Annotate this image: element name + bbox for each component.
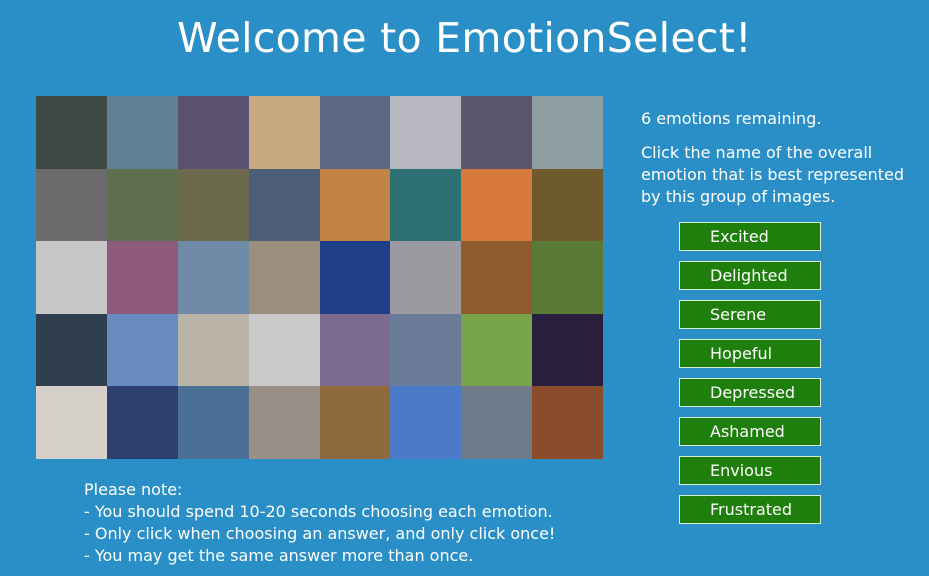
tree-lined-road-photo (106, 168, 178, 242)
blue-sky-clouds-photo (106, 313, 178, 387)
lake-pier-person-photo (36, 96, 107, 169)
rocky-shore-photo (248, 241, 320, 314)
rocky-beach-photo (248, 386, 320, 459)
cloudy-lake-photo (177, 241, 249, 314)
red-mountains-lake-photo (36, 313, 107, 387)
orange-horizon-photo (532, 386, 603, 459)
tree-silhouette-lake-photo (461, 386, 533, 459)
mountain-lake-sunset-photo (177, 96, 249, 169)
lake-boats-photo (106, 96, 178, 169)
grey-sea-photo (36, 241, 107, 314)
lake-dusk-photo (319, 96, 391, 169)
choice-hopeful-button[interactable]: Hopeful (679, 339, 821, 368)
misty-lake-photo (532, 96, 603, 169)
image-grid (36, 96, 603, 459)
choice-ashamed-button[interactable]: Ashamed (679, 417, 821, 446)
remaining-count: 6 emotions remaining. (641, 109, 822, 128)
tall-pole-lake-photo (390, 168, 462, 242)
red-flowers-photo (36, 386, 107, 459)
pink-sky-photo (319, 313, 391, 387)
pink-sunset-sea-photo (106, 241, 178, 314)
swans-photo (532, 241, 603, 314)
instructions-text: Click the name of the overall emotion th… (641, 143, 904, 206)
orange-sunset-lake-photo (461, 168, 533, 242)
rowboats-photo (461, 96, 533, 169)
green-field-photo (461, 313, 533, 387)
note-line: - You should spend 10-20 seconds choosin… (84, 502, 553, 521)
choice-depressed-button[interactable]: Depressed (679, 378, 821, 407)
note-line: - You may get the same answer more than … (84, 546, 474, 565)
page-title: Welcome to EmotionSelect! (177, 14, 752, 62)
calm-lake-photo (390, 96, 462, 169)
note-line: - Only click when choosing an answer, an… (84, 524, 556, 543)
trees-pond-photo (532, 168, 603, 242)
boat-on-dock-photo (248, 96, 320, 169)
island-dock-photo (248, 168, 320, 242)
choice-envious-button[interactable]: Envious (679, 456, 821, 485)
forest-path-photo (177, 168, 249, 242)
choice-excited-button[interactable]: Excited (679, 222, 821, 251)
orange-sky-lake-photo (461, 241, 533, 314)
red-flower-snow-photo (248, 313, 320, 387)
blue-railing-photo (319, 241, 391, 314)
sunset-dock-photo (319, 168, 391, 242)
dark-sunset-photo (106, 386, 178, 459)
choice-delighted-button[interactable]: Delighted (679, 261, 821, 290)
blue-water-reeds-photo (177, 386, 249, 459)
smiling-woman-photo (36, 168, 107, 242)
blue-sky-photo (390, 386, 462, 459)
note-section: Please note: - You should spend 10-20 se… (84, 479, 555, 567)
marina-boats-photo (177, 313, 249, 387)
white-cloth-photo (390, 241, 462, 314)
note-heading: Please note: (84, 480, 183, 499)
choice-frustrated-button[interactable]: Frustrated (679, 495, 821, 524)
lake-swimmer-photo (390, 313, 462, 387)
harbor-boats-photo (319, 386, 391, 459)
emotion-choices: Excited Delighted Serene Hopeful Depress… (679, 222, 821, 524)
glowing-cross-photo (532, 313, 603, 387)
choice-serene-button[interactable]: Serene (679, 300, 821, 329)
